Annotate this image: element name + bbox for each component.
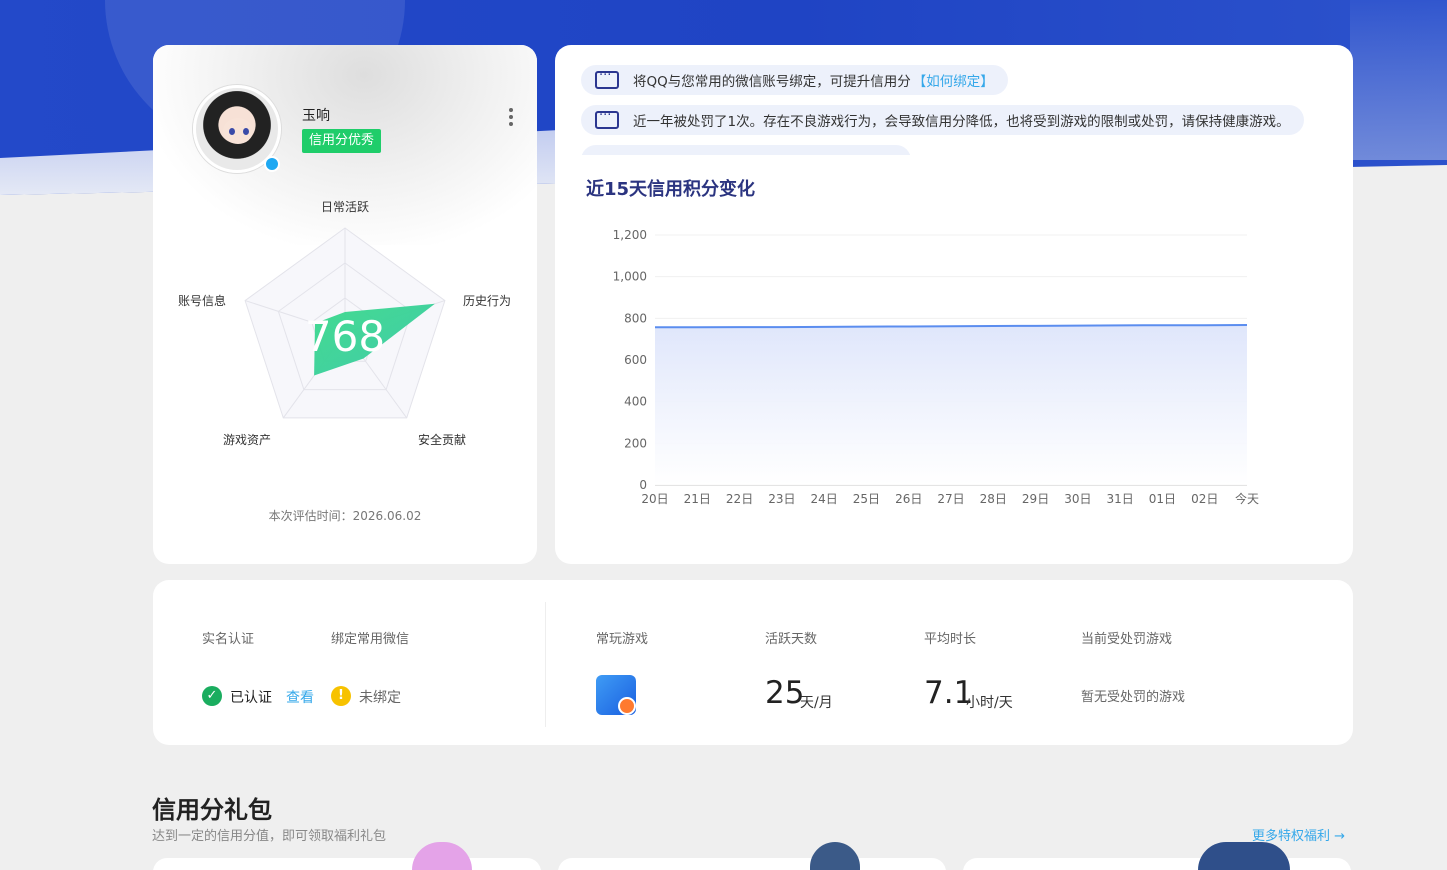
punished-games-label: 当前受处罚游戏 [1081, 632, 1173, 647]
gift-card[interactable] [153, 858, 541, 870]
y-tick-label: 1,000 [613, 270, 647, 284]
credit-trend-chart: 0 200 400 600 800 1,000 1,200 20日 21日 22日 23日 24日 25… [613, 228, 1259, 506]
x-tick-label: 24日 [811, 492, 838, 506]
y-tick-label: 1,200 [613, 228, 647, 242]
qq-icon [264, 156, 280, 172]
hero-banner-art [1350, 0, 1447, 160]
avg-duration-unit: 小时/天 [966, 695, 1013, 711]
credit-level-badge: 信用分优秀 [302, 129, 382, 153]
radar-label-history: 历史行为 [463, 294, 511, 308]
gift-section-title: 信用分礼包 [152, 796, 272, 824]
credit-score: 768 [305, 312, 385, 361]
notice-partial [581, 145, 911, 155]
notice-text: 将QQ与您常用的微信账号绑定，可提升信用分 [633, 74, 911, 90]
radar-label-daily: 日常活跃 [321, 200, 369, 214]
x-tick-label: 27日 [937, 492, 964, 506]
x-tick-label: 29日 [1022, 492, 1049, 506]
active-days-unit: 天/月 [800, 695, 833, 711]
x-tick-label: 30日 [1064, 492, 1091, 506]
punished-games-value: 暂无受处罚的游戏 [1081, 690, 1186, 705]
gift-character-art [412, 842, 472, 870]
warning-icon: ! [331, 686, 351, 706]
divider [545, 602, 546, 727]
more-benefits-link[interactable]: 更多特权福利 → [1252, 825, 1345, 844]
message-icon [595, 108, 619, 129]
how-to-bind-link[interactable]: 【如何绑定】 [913, 70, 994, 90]
y-tick-label: 800 [624, 311, 647, 325]
y-tick-label: 200 [624, 436, 647, 450]
notice-bind-wechat: 将QQ与您常用的微信账号绑定，可提升信用分 【如何绑定】 [581, 65, 1008, 95]
gift-card[interactable] [558, 858, 946, 870]
notice-penalty: 近一年被处罚了1次。存在不良游戏行为，会导致信用分降低，也将受到游戏的限制或处罚… [581, 105, 1304, 135]
realname-label: 实名认证 [202, 632, 255, 647]
profile-card: 玉响 信用分优秀 768 日常活跃 历史行为 安全贡献 游戏资产 账号信息 本次… [153, 45, 537, 564]
y-tick-label: 600 [624, 353, 647, 367]
x-tick-label: 26日 [895, 492, 922, 506]
avatar-eye [243, 128, 249, 135]
realname-status: 已认证 [230, 690, 272, 706]
avg-duration-label: 平均时长 [924, 632, 977, 647]
view-realname-link[interactable]: 查看 [286, 687, 314, 707]
username: 玉响 [302, 108, 330, 124]
chart-title: 近15天信用积分变化 [586, 179, 756, 200]
gift-card[interactable] [963, 858, 1351, 870]
radar-label-account: 账号信息 [178, 293, 226, 308]
y-tick-label: 0 [639, 478, 647, 492]
account-stats-card: 实名认证 绑定常用微信 ✓ 已认证 查看 ! 未绑定 常玩游戏 活跃天数 25 … [153, 580, 1353, 745]
game-app-icon[interactable] [596, 675, 636, 715]
frequent-game-label: 常玩游戏 [596, 632, 649, 647]
message-icon [595, 68, 619, 89]
x-tick-label: 25日 [853, 492, 880, 506]
x-tick-label: 01日 [1149, 492, 1176, 506]
avatar-eye [229, 128, 235, 135]
wechat-status: 未绑定 [359, 690, 401, 706]
gift-character-art [810, 842, 860, 870]
x-tick-label: 28日 [980, 492, 1007, 506]
radar-label-assets: 游戏资产 [223, 433, 271, 447]
x-tick-label: 今天 [1235, 491, 1259, 506]
credit-trend-card: 将QQ与您常用的微信账号绑定，可提升信用分 【如何绑定】 近一年被处罚了1次。存… [555, 45, 1353, 564]
gift-section-subtitle: 达到一定的信用分值，即可领取福利礼包 [152, 829, 387, 844]
x-tick-label: 23日 [768, 492, 795, 506]
more-options-icon[interactable] [503, 105, 519, 129]
notice-text: 近一年被处罚了1次。存在不良游戏行为，会导致信用分降低，也将受到游戏的限制或处罚… [633, 114, 1290, 130]
wechat-bind-label: 绑定常用微信 [331, 632, 410, 647]
active-days-label: 活跃天数 [765, 632, 818, 647]
x-tick-label: 31日 [1107, 492, 1134, 506]
x-tick-label: 22日 [726, 492, 753, 506]
x-tick-label: 20日 [641, 492, 668, 506]
active-days-value: 25 [765, 675, 805, 711]
x-tick-label: 21日 [684, 492, 711, 506]
evaluation-time: 本次评估时间：2026.06.02 [268, 509, 422, 523]
series-area [655, 325, 1247, 485]
check-icon: ✓ [202, 686, 222, 706]
y-tick-label: 400 [624, 395, 647, 409]
gift-character-art [1198, 842, 1290, 870]
x-tick-label: 02日 [1191, 492, 1218, 506]
credit-radar-chart: 768 日常活跃 历史行为 安全贡献 游戏资产 账号信息 [178, 200, 511, 447]
radar-label-security: 安全贡献 [418, 432, 466, 447]
